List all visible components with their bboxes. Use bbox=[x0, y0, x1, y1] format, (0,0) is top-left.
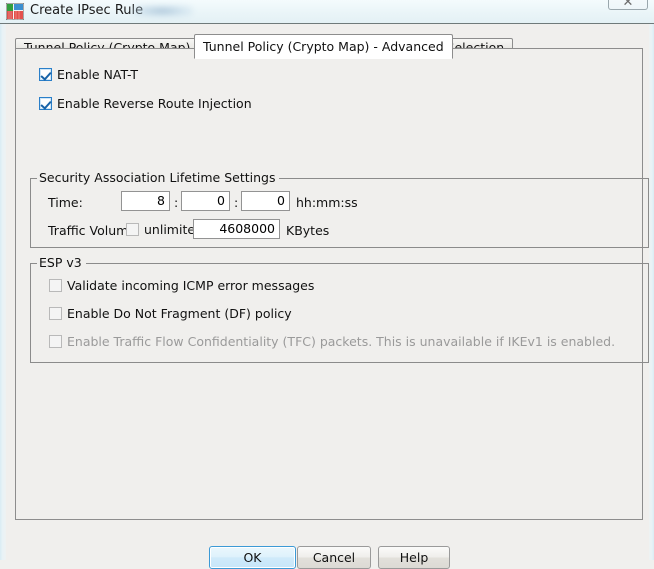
group-esp-v3: ESP v3 Validate incoming ICMP error mess… bbox=[30, 256, 649, 363]
checkbox-validate-incoming-icmp-label: Validate incoming ICMP error messages bbox=[67, 278, 315, 293]
help-button[interactable]: Help bbox=[378, 546, 450, 569]
input-time-hours[interactable]: 8 bbox=[121, 191, 170, 211]
dialog-body: Tunnel Policy (Crypto Map) - Basic Tunne… bbox=[6, 24, 649, 569]
checkbox-enable-nat-t-box[interactable] bbox=[39, 68, 52, 81]
input-time-minutes[interactable]: 0 bbox=[181, 191, 230, 211]
cancel-button[interactable]: Cancel bbox=[297, 546, 371, 569]
checkbox-validate-incoming-icmp[interactable]: Validate incoming ICMP error messages bbox=[49, 279, 314, 293]
checkbox-unlimited[interactable]: unlimited bbox=[126, 223, 203, 237]
checkbox-enable-do-not-fragment-box[interactable] bbox=[49, 307, 62, 320]
input-time-seconds[interactable]: 0 bbox=[241, 191, 290, 211]
group-security-association-lifetime: Security Association Lifetime Settings T… bbox=[30, 171, 649, 248]
checkbox-enable-do-not-fragment-label: Enable Do Not Fragment (DF) policy bbox=[67, 306, 292, 321]
checkbox-enable-tfc-packets: Enable Traffic Flow Confidentiality (TFC… bbox=[49, 335, 615, 349]
group-esp-v3-label: ESP v3 bbox=[37, 256, 86, 270]
time-separator-2: : bbox=[234, 195, 239, 210]
dialog-window: Create IPsec Rule ✕ Tunnel Policy (Crypt… bbox=[0, 0, 654, 569]
label-time: Time: bbox=[48, 195, 83, 210]
window-right-chrome bbox=[649, 0, 654, 560]
checkbox-enable-do-not-fragment[interactable]: Enable Do Not Fragment (DF) policy bbox=[49, 307, 292, 321]
checkbox-validate-incoming-icmp-box[interactable] bbox=[49, 279, 62, 292]
label-traffic-volume-units: KBytes bbox=[286, 223, 330, 238]
title-redacted-text bbox=[131, 5, 193, 17]
checkbox-unlimited-box[interactable] bbox=[126, 223, 139, 236]
checkbox-enable-reverse-route-injection-box[interactable] bbox=[39, 97, 52, 110]
close-icon: ✕ bbox=[622, 0, 634, 10]
ipsec-rule-icon bbox=[6, 3, 24, 20]
window-title: Create IPsec Rule bbox=[30, 3, 144, 18]
checkbox-enable-reverse-route-injection[interactable]: Enable Reverse Route Injection bbox=[39, 97, 252, 111]
group-security-association-lifetime-label: Security Association Lifetime Settings bbox=[37, 171, 280, 185]
checkbox-enable-nat-t-label: Enable NAT-T bbox=[57, 67, 138, 82]
input-traffic-volume[interactable]: 4608000 bbox=[193, 219, 280, 239]
title-bar: Create IPsec Rule bbox=[0, 0, 654, 24]
close-button[interactable]: ✕ bbox=[608, 0, 648, 10]
checkbox-enable-nat-t[interactable]: Enable NAT-T bbox=[39, 68, 138, 82]
label-time-format: hh:mm:ss bbox=[296, 195, 358, 210]
ok-button[interactable]: OK bbox=[209, 546, 296, 569]
checkbox-enable-reverse-route-injection-label: Enable Reverse Route Injection bbox=[57, 96, 252, 111]
tab-tunnel-policy-advanced[interactable]: Tunnel Policy (Crypto Map) - Advanced bbox=[194, 34, 453, 59]
tab-content-panel: Enable NAT-T Enable Reverse Route Inject… bbox=[15, 48, 649, 520]
checkbox-enable-tfc-packets-label: Enable Traffic Flow Confidentiality (TFC… bbox=[67, 334, 616, 349]
checkbox-enable-tfc-packets-box bbox=[49, 335, 62, 348]
time-separator-1: : bbox=[174, 195, 179, 210]
